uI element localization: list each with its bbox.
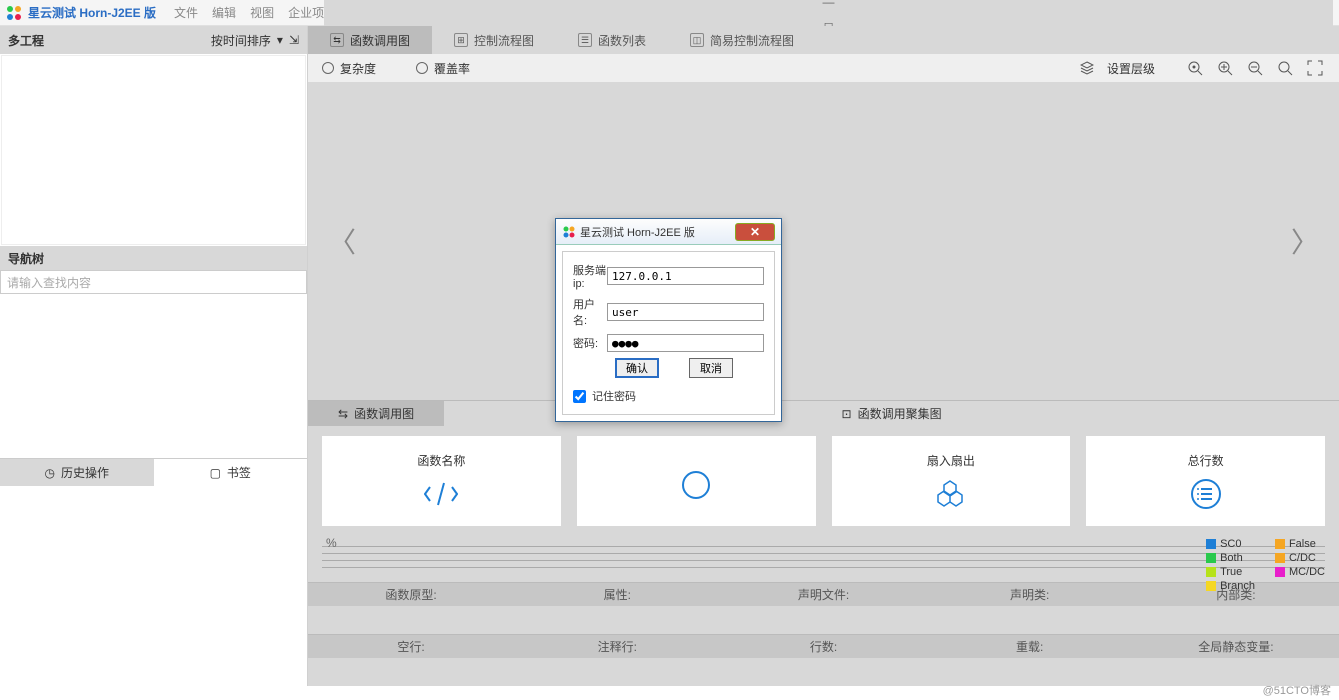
- app-logo-icon: [562, 225, 576, 239]
- server-ip-label: 服务端ip:: [573, 262, 607, 290]
- password-input[interactable]: [607, 334, 764, 352]
- ok-button[interactable]: 确认: [615, 358, 659, 378]
- dialog-titlebar[interactable]: 星云测试 Horn-J2EE 版 ✕: [556, 219, 781, 245]
- cancel-button[interactable]: 取消: [689, 358, 733, 378]
- password-label: 密码:: [573, 335, 607, 351]
- dialog-close-button[interactable]: ✕: [735, 223, 775, 241]
- server-ip-input[interactable]: [607, 267, 764, 285]
- username-input[interactable]: [607, 303, 764, 321]
- username-label: 用户名:: [573, 296, 607, 328]
- remember-checkbox[interactable]: [573, 390, 586, 403]
- modal-overlay: 星云测试 Horn-J2EE 版 ✕ 服务端ip: 用户名: 密码: 确认 取消…: [0, 0, 1339, 700]
- login-dialog: 星云测试 Horn-J2EE 版 ✕ 服务端ip: 用户名: 密码: 确认 取消…: [555, 218, 782, 422]
- remember-password[interactable]: 记住密码: [573, 388, 764, 404]
- dialog-title: 星云测试 Horn-J2EE 版: [580, 224, 695, 240]
- remember-label: 记住密码: [592, 388, 636, 404]
